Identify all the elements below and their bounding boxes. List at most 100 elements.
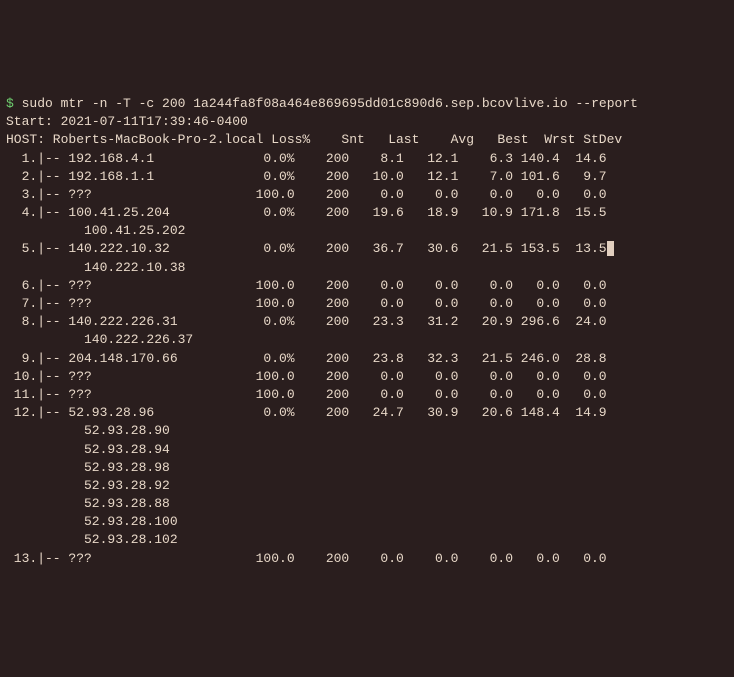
header-host: HOST: Roberts-MacBook-Pro-2.local (6, 131, 256, 149)
indent (6, 531, 84, 549)
header-loss: Loss% (256, 131, 311, 149)
hop-row: 11.|-- ???100.02000.00.00.00.00.0 (6, 386, 728, 404)
hop-stdev: 0.0 (560, 277, 607, 295)
hop-separator: .|-- (29, 550, 68, 568)
hop-avg: 0.0 (404, 386, 459, 404)
hop-row: 12.|-- 52.93.28.960.0%20024.730.920.6148… (6, 404, 728, 422)
hop-wrst: 0.0 (513, 186, 560, 204)
indent (6, 441, 84, 459)
hop-last: 10.0 (349, 168, 404, 186)
hop-number: 5 (6, 240, 29, 258)
hop-last: 0.0 (349, 277, 404, 295)
hop-avg: 0.0 (404, 277, 459, 295)
hop-ip: 52.93.28.88 (84, 496, 170, 511)
hop-row: 13.|-- ???100.02000.00.00.00.00.0 (6, 550, 728, 568)
hop-stdev: 13.5 (560, 240, 607, 258)
hop-stdev: 0.0 (560, 295, 607, 313)
hop-best: 0.0 (458, 386, 513, 404)
hop-snt: 200 (295, 350, 350, 368)
hop-wrst: 296.6 (513, 313, 560, 331)
hop-snt: 200 (295, 550, 350, 568)
hop-last: 0.0 (349, 295, 404, 313)
hop-ip: ??? (68, 277, 240, 295)
start-line: Start: 2021-07-11T17:39:46-0400 (6, 114, 248, 129)
hop-last: 19.6 (349, 204, 404, 222)
hop-snt: 200 (295, 150, 350, 168)
header-snt: Snt (310, 131, 365, 149)
hop-number: 4 (6, 204, 29, 222)
hop-avg: 0.0 (404, 550, 459, 568)
hop-last: 24.7 (349, 404, 404, 422)
command-text: sudo mtr -n -T -c 200 1a244fa8f08a464e86… (22, 96, 638, 111)
hop-ip: 52.93.28.102 (84, 532, 178, 547)
hop-wrst: 148.4 (513, 404, 560, 422)
hop-ip: ??? (68, 295, 240, 313)
hop-extra-ip: 52.93.28.94 (6, 441, 728, 459)
indent (6, 477, 84, 495)
hop-number: 8 (6, 313, 29, 331)
hop-number: 10 (6, 368, 29, 386)
hop-extra-ip: 100.41.25.202 (6, 222, 728, 240)
hop-ip: ??? (68, 186, 240, 204)
hop-loss: 100.0 (240, 550, 295, 568)
hop-ip: 192.168.1.1 (68, 168, 240, 186)
hop-extra-ip: 140.222.226.37 (6, 331, 728, 349)
header-row: HOST: Roberts-MacBook-Pro-2.localLoss%Sn… (6, 132, 622, 147)
hop-number: 12 (6, 404, 29, 422)
hop-best: 0.0 (458, 550, 513, 568)
hop-separator: .|-- (29, 240, 68, 258)
hop-extra-ip: 140.222.10.38 (6, 259, 728, 277)
header-best: Best (474, 131, 529, 149)
hop-stdev: 0.0 (560, 386, 607, 404)
hop-number: 2 (6, 168, 29, 186)
hop-loss: 0.0% (240, 150, 295, 168)
hop-row: 4.|-- 100.41.25.2040.0%20019.618.910.917… (6, 204, 728, 222)
hop-wrst: 153.5 (513, 240, 560, 258)
hop-stdev: 9.7 (560, 168, 607, 186)
hop-ip: 52.93.28.90 (84, 423, 170, 438)
hop-stdev: 0.0 (560, 186, 607, 204)
hop-ip: 140.222.226.31 (68, 313, 240, 331)
hop-separator: .|-- (29, 404, 68, 422)
hop-row: 7.|-- ???100.02000.00.00.00.00.0 (6, 295, 728, 313)
hop-separator: .|-- (29, 386, 68, 404)
hop-ip: 140.222.226.37 (84, 332, 193, 347)
hop-separator: .|-- (29, 350, 68, 368)
hop-avg: 12.1 (404, 168, 459, 186)
hop-ip: 192.168.4.1 (68, 150, 240, 168)
hop-row: 8.|-- 140.222.226.310.0%20023.331.220.92… (6, 313, 728, 331)
hop-avg: 31.2 (404, 313, 459, 331)
hop-number: 11 (6, 386, 29, 404)
hop-snt: 200 (295, 368, 350, 386)
hop-number: 1 (6, 150, 29, 168)
hop-best: 21.5 (458, 350, 513, 368)
hop-stdev: 28.8 (560, 350, 607, 368)
hop-loss: 100.0 (240, 368, 295, 386)
hop-extra-ip: 52.93.28.92 (6, 477, 728, 495)
command-line: $ sudo mtr -n -T -c 200 1a244fa8f08a464e… (6, 96, 638, 111)
hop-last: 36.7 (349, 240, 404, 258)
hop-loss: 0.0% (240, 204, 295, 222)
hop-best: 0.0 (458, 277, 513, 295)
header-avg: Avg (419, 131, 474, 149)
hop-ip: 100.41.25.204 (68, 204, 240, 222)
hop-separator: .|-- (29, 313, 68, 331)
hop-loss: 0.0% (240, 350, 295, 368)
hop-best: 0.0 (458, 186, 513, 204)
hop-loss: 100.0 (240, 295, 295, 313)
hop-last: 0.0 (349, 550, 404, 568)
hop-avg: 32.3 (404, 350, 459, 368)
hop-stdev: 0.0 (560, 368, 607, 386)
hop-last: 0.0 (349, 368, 404, 386)
hop-loss: 0.0% (240, 404, 295, 422)
text-cursor-icon (607, 241, 614, 256)
hop-ip: ??? (68, 386, 240, 404)
indent (6, 422, 84, 440)
hop-extra-ip: 52.93.28.90 (6, 422, 728, 440)
hop-best: 21.5 (458, 240, 513, 258)
hop-number: 13 (6, 550, 29, 568)
hop-last: 23.3 (349, 313, 404, 331)
hop-loss: 100.0 (240, 386, 295, 404)
hop-ip: 52.93.28.100 (84, 514, 178, 529)
hop-stdev: 24.0 (560, 313, 607, 331)
